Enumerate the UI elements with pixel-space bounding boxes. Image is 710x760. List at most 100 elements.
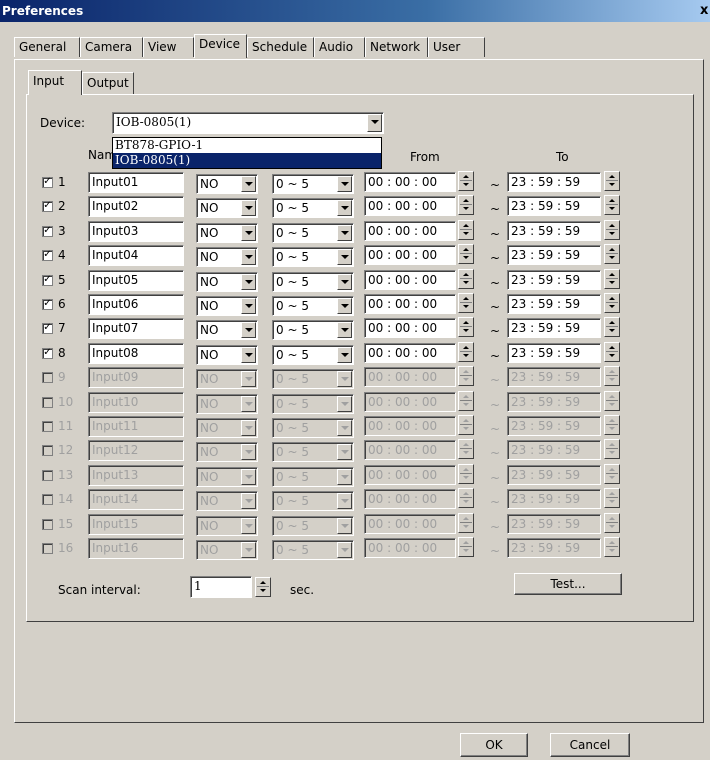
contact-type-select[interactable]: NO bbox=[196, 320, 258, 340]
range-select[interactable]: 0 ~ 5 bbox=[272, 369, 354, 389]
to-time-field[interactable]: 23 : 59 : 59 bbox=[507, 294, 601, 314]
chevron-down-icon[interactable] bbox=[241, 469, 256, 485]
enable-checkbox[interactable]: ✓ bbox=[42, 201, 53, 212]
chevron-down-icon[interactable] bbox=[241, 420, 256, 436]
to-time-field[interactable]: 23 : 59 : 59 bbox=[507, 245, 601, 265]
range-select[interactable]: 0 ~ 5 bbox=[272, 223, 354, 243]
input-name-field[interactable]: Input04 bbox=[88, 245, 184, 266]
input-name-field[interactable]: Input12 bbox=[88, 440, 184, 461]
subtab-input[interactable]: Input bbox=[28, 70, 82, 95]
contact-type-select[interactable]: NO bbox=[196, 247, 258, 267]
chevron-down-icon[interactable] bbox=[337, 298, 352, 314]
to-time-spinner[interactable] bbox=[604, 244, 620, 264]
contact-type-select[interactable]: NO bbox=[196, 174, 258, 194]
enable-checkbox[interactable] bbox=[42, 397, 53, 408]
input-name-field[interactable]: Input09 bbox=[88, 367, 184, 388]
contact-type-select[interactable]: NO bbox=[196, 369, 258, 389]
enable-checkbox[interactable] bbox=[42, 519, 53, 530]
contact-type-select[interactable]: NO bbox=[196, 198, 258, 218]
range-select[interactable]: 0 ~ 5 bbox=[272, 198, 354, 218]
from-time-field[interactable]: 00 : 00 : 00 bbox=[364, 343, 456, 363]
to-time-field[interactable]: 23 : 59 : 59 bbox=[507, 538, 601, 558]
enable-checkbox[interactable]: ✓ bbox=[42, 177, 53, 188]
from-time-field[interactable]: 00 : 00 : 00 bbox=[364, 538, 456, 558]
from-time-field[interactable]: 00 : 00 : 00 bbox=[364, 294, 456, 314]
range-select[interactable]: 0 ~ 5 bbox=[272, 345, 354, 365]
input-name-field[interactable]: Input13 bbox=[88, 465, 184, 486]
contact-type-select[interactable]: NO bbox=[196, 296, 258, 316]
contact-type-select[interactable]: NO bbox=[196, 442, 258, 462]
from-time-field[interactable]: 00 : 00 : 00 bbox=[364, 514, 456, 534]
to-time-spinner[interactable] bbox=[604, 439, 620, 459]
from-time-spinner[interactable] bbox=[458, 391, 474, 411]
chevron-down-icon[interactable] bbox=[337, 420, 352, 436]
to-time-spinner[interactable] bbox=[604, 366, 620, 386]
contact-type-select[interactable]: NO bbox=[196, 516, 258, 536]
scan-interval-spinner[interactable] bbox=[255, 577, 271, 597]
from-time-field[interactable]: 00 : 00 : 00 bbox=[364, 440, 456, 460]
input-name-field[interactable]: Input02 bbox=[88, 196, 184, 217]
input-name-field[interactable]: Input16 bbox=[88, 538, 184, 559]
from-time-field[interactable]: 00 : 00 : 00 bbox=[364, 416, 456, 436]
input-name-field[interactable]: Input14 bbox=[88, 489, 184, 510]
range-select[interactable]: 0 ~ 5 bbox=[272, 467, 354, 487]
tab-view[interactable]: View bbox=[143, 37, 194, 57]
enable-checkbox[interactable]: ✓ bbox=[42, 275, 53, 286]
from-time-spinner[interactable] bbox=[458, 537, 474, 557]
to-time-spinner[interactable] bbox=[604, 513, 620, 533]
chevron-down-icon[interactable] bbox=[337, 518, 352, 534]
chevron-down-icon[interactable] bbox=[241, 493, 256, 509]
from-time-field[interactable]: 00 : 00 : 00 bbox=[364, 270, 456, 290]
range-select[interactable]: 0 ~ 5 bbox=[272, 247, 354, 267]
chevron-down-icon[interactable] bbox=[367, 114, 382, 132]
from-time-field[interactable]: 00 : 00 : 00 bbox=[364, 465, 456, 485]
to-time-field[interactable]: 23 : 59 : 59 bbox=[507, 465, 601, 485]
range-select[interactable]: 0 ~ 5 bbox=[272, 174, 354, 194]
chevron-down-icon[interactable] bbox=[241, 176, 256, 192]
chevron-down-icon[interactable] bbox=[337, 249, 352, 265]
chevron-down-icon[interactable] bbox=[337, 542, 352, 558]
from-time-field[interactable]: 00 : 00 : 00 bbox=[364, 392, 456, 412]
scan-interval-input[interactable]: 1 bbox=[190, 576, 252, 598]
contact-type-select[interactable]: NO bbox=[196, 467, 258, 487]
to-time-field[interactable]: 23 : 59 : 59 bbox=[507, 343, 601, 363]
chevron-down-icon[interactable] bbox=[337, 444, 352, 460]
from-time-spinner[interactable] bbox=[458, 342, 474, 362]
chevron-down-icon[interactable] bbox=[337, 493, 352, 509]
from-time-spinner[interactable] bbox=[458, 220, 474, 240]
chevron-down-icon[interactable] bbox=[241, 298, 256, 314]
to-time-spinner[interactable] bbox=[604, 488, 620, 508]
to-time-field[interactable]: 23 : 59 : 59 bbox=[507, 270, 601, 290]
to-time-field[interactable]: 23 : 59 : 59 bbox=[507, 196, 601, 216]
test-button[interactable]: Test... bbox=[514, 573, 622, 595]
to-time-field[interactable]: 23 : 59 : 59 bbox=[507, 514, 601, 534]
to-time-field[interactable]: 23 : 59 : 59 bbox=[507, 440, 601, 460]
chevron-down-icon[interactable] bbox=[241, 444, 256, 460]
enable-checkbox[interactable] bbox=[42, 421, 53, 432]
to-time-field[interactable]: 23 : 59 : 59 bbox=[507, 318, 601, 338]
chevron-down-icon[interactable] bbox=[337, 347, 352, 363]
to-time-spinner[interactable] bbox=[604, 317, 620, 337]
input-name-field[interactable]: Input01 bbox=[88, 172, 184, 193]
chevron-down-icon[interactable] bbox=[337, 200, 352, 216]
chevron-down-icon[interactable] bbox=[337, 225, 352, 241]
tab-general[interactable]: General bbox=[14, 37, 80, 57]
chevron-down-icon[interactable] bbox=[241, 322, 256, 338]
contact-type-select[interactable]: NO bbox=[196, 491, 258, 511]
enable-checkbox[interactable]: ✓ bbox=[42, 299, 53, 310]
from-time-field[interactable]: 00 : 00 : 00 bbox=[364, 367, 456, 387]
contact-type-select[interactable]: NO bbox=[196, 345, 258, 365]
from-time-field[interactable]: 00 : 00 : 00 bbox=[364, 245, 456, 265]
subtab-output[interactable]: Output bbox=[82, 72, 134, 94]
to-time-spinner[interactable] bbox=[604, 391, 620, 411]
enable-checkbox[interactable] bbox=[42, 543, 53, 554]
from-time-spinner[interactable] bbox=[458, 366, 474, 386]
chevron-down-icon[interactable] bbox=[241, 225, 256, 241]
input-name-field[interactable]: Input08 bbox=[88, 343, 184, 364]
to-time-field[interactable]: 23 : 59 : 59 bbox=[507, 489, 601, 509]
to-time-spinner[interactable] bbox=[604, 171, 620, 191]
cancel-button[interactable]: Cancel bbox=[550, 733, 630, 757]
contact-type-select[interactable]: NO bbox=[196, 540, 258, 560]
device-select[interactable]: IOB-0805(1) bbox=[112, 112, 384, 134]
to-time-field[interactable]: 23 : 59 : 59 bbox=[507, 367, 601, 387]
